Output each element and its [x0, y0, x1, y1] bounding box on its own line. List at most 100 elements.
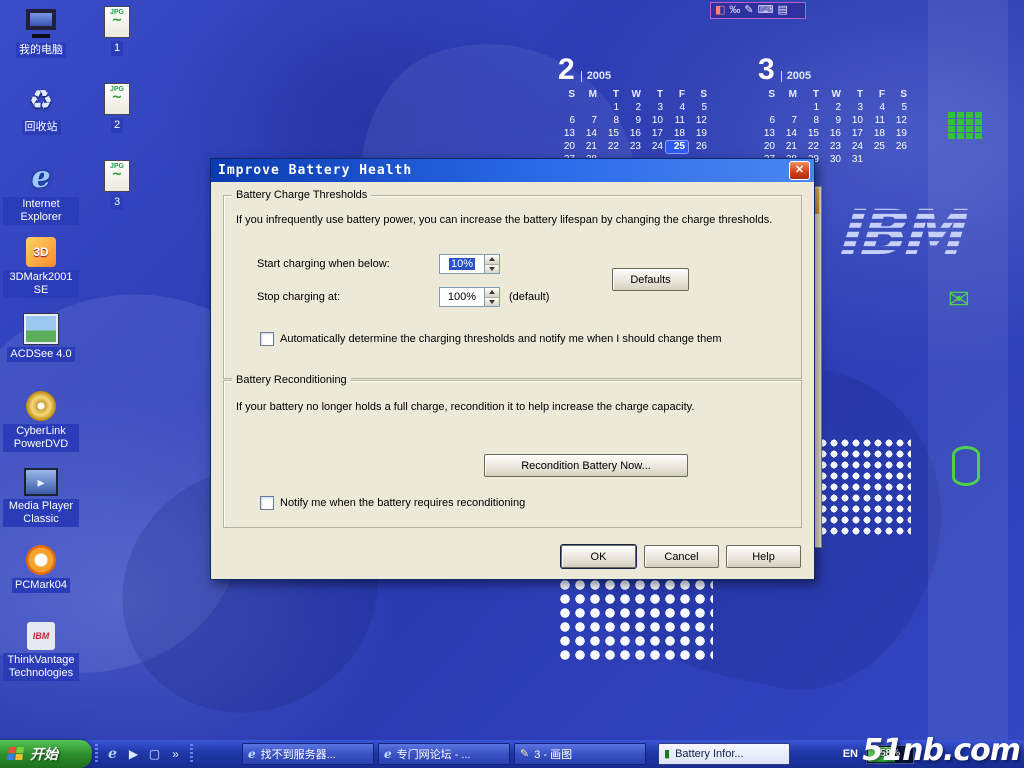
- calendar-day: 9: [622, 115, 644, 127]
- show-desktop-icon[interactable]: ▢: [147, 747, 162, 761]
- auto-determine-row[interactable]: Automatically determine the charging thr…: [260, 332, 721, 346]
- task-button[interactable]: e专门网论坛 - ...: [378, 743, 510, 765]
- desktop-icon-label: Internet Explorer: [3, 197, 79, 225]
- input-method-icon[interactable]: ◧: [715, 5, 725, 16]
- cancel-button[interactable]: Cancel: [644, 545, 719, 568]
- desktop-icon-ie[interactable]: Internet Explorer: [2, 160, 80, 237]
- calendar-day: 2: [622, 102, 644, 114]
- start-button[interactable]: 开始: [0, 740, 92, 768]
- calendar-day: 10: [844, 115, 866, 127]
- desktop-icon-mark3d[interactable]: 3DMark2001 SE: [2, 237, 80, 314]
- calendar-day: 24: [644, 141, 666, 153]
- grid-icon: [948, 112, 982, 139]
- defaults-button[interactable]: Defaults: [612, 268, 689, 291]
- ibm-logo: IBM: [838, 196, 969, 269]
- pcmark-icon: [26, 545, 56, 575]
- spinner-up-icon[interactable]: [485, 288, 499, 298]
- spinner-buttons: [485, 287, 500, 307]
- calendar-day: 3: [844, 102, 866, 114]
- calendar-day: [778, 102, 800, 114]
- calendar-day-header: S: [556, 89, 578, 101]
- calendar-day-header: T: [644, 89, 666, 101]
- dialog-title: Improve Battery Health: [218, 164, 789, 177]
- calendar-day: 10: [644, 115, 666, 127]
- calendar-day: 13: [556, 128, 578, 140]
- chevron-expand-icon[interactable]: »: [168, 747, 183, 761]
- help-button[interactable]: Help: [726, 545, 801, 568]
- calendar-day: 22: [800, 141, 822, 153]
- recycle-icon: [23, 83, 59, 117]
- notepad-icon[interactable]: ▤: [778, 5, 788, 16]
- desktop-icon-label: 3: [111, 195, 123, 210]
- desktop-icon-acdsee[interactable]: ACDSee 4.0: [2, 314, 80, 391]
- notify-reconditioning-checkbox[interactable]: [260, 496, 274, 510]
- jpg-file-icon: [104, 6, 130, 38]
- calendar-day: [756, 102, 778, 114]
- desktop-icon-label: ThinkVantage Technologies: [3, 653, 79, 681]
- calendar-day-header: S: [888, 89, 910, 101]
- ok-button[interactable]: OK: [561, 545, 636, 568]
- group-title: Battery Charge Thresholds: [232, 189, 371, 201]
- battery-charge-thresholds-group: Battery Charge Thresholds If you infrequ…: [223, 195, 802, 379]
- calendar-day: 1: [600, 102, 622, 114]
- calendar-day: 7: [578, 115, 600, 127]
- calendar-day-header: T: [800, 89, 822, 101]
- desktop-icon-label: 我的电脑: [16, 43, 66, 58]
- start-charging-field[interactable]: 10%: [439, 254, 485, 274]
- spinner-down-icon[interactable]: [485, 265, 499, 274]
- mycomputer-icon: [23, 6, 59, 40]
- battery-reconditioning-group: Battery Reconditioning If your battery n…: [223, 380, 802, 528]
- auto-determine-checkbox[interactable]: [260, 332, 274, 346]
- task-button[interactable]: ✎3 - 画图: [514, 743, 646, 765]
- calendar-day: 6: [556, 115, 578, 127]
- task-button[interactable]: ▮Battery Infor...: [658, 743, 790, 765]
- cylinder-icon: [952, 446, 980, 486]
- wallpaper-dot-grid: [818, 438, 911, 537]
- jpg-file-icon-2[interactable]: 2: [94, 83, 140, 160]
- calendar-day: 31: [844, 154, 866, 166]
- spinner-up-icon[interactable]: [485, 255, 499, 265]
- spinner-down-icon[interactable]: [485, 298, 499, 307]
- powerdvd-icon: [26, 391, 56, 421]
- language-bar[interactable]: ◧ ‰ ✎ ⌨ ▤: [710, 2, 806, 19]
- desktop-icon-mycomputer[interactable]: 我的电脑: [2, 6, 80, 83]
- close-button[interactable]: ✕: [789, 161, 810, 180]
- calendar-day: 17: [644, 128, 666, 140]
- keyboard-icon[interactable]: ⌨: [758, 5, 774, 16]
- battery-icon: ▮: [664, 749, 670, 760]
- desktop-icon-recycle[interactable]: 回收站: [2, 83, 80, 160]
- desktop-icon-thinkvantage[interactable]: ThinkVantage Technologies: [2, 622, 80, 699]
- language-indicator[interactable]: EN: [843, 748, 858, 760]
- jpg-file-icon-3[interactable]: 3: [94, 160, 140, 237]
- calendar-day: 12: [888, 115, 910, 127]
- desktop-icon-pcmark[interactable]: PCMark04: [2, 545, 80, 622]
- calendar-day: 26: [688, 141, 710, 153]
- calendar-day: 25: [866, 141, 888, 153]
- desktop-icon-label: 1: [111, 41, 123, 56]
- desktop-icon-powerdvd[interactable]: CyberLink PowerDVD: [2, 391, 80, 468]
- task-label: 专门网论坛 - ...: [397, 746, 471, 762]
- calendar-day: 14: [778, 128, 800, 140]
- stop-charging-field[interactable]: 100%: [439, 287, 485, 307]
- stop-charging-spinner[interactable]: 100%: [439, 287, 500, 307]
- dialog-titlebar[interactable]: Improve Battery Health ✕: [211, 159, 814, 182]
- media-player-quicklaunch-icon[interactable]: ▶: [126, 747, 141, 761]
- jpg-file-icon-1[interactable]: 1: [94, 6, 140, 83]
- calendar-month: 2: [558, 55, 575, 85]
- start-charging-spinner[interactable]: 10%: [439, 254, 500, 274]
- calendar-day-header: S: [756, 89, 778, 101]
- desktop-icon-label: 3DMark2001 SE: [3, 270, 79, 298]
- calendar-day: 13: [756, 128, 778, 140]
- recondition-battery-button[interactable]: Recondition Battery Now...: [484, 454, 688, 477]
- pen-icon[interactable]: ✎: [744, 5, 753, 16]
- task-button[interactable]: e找不到服务器...: [242, 743, 374, 765]
- desktop-icon-mpc[interactable]: Media Player Classic: [2, 468, 80, 545]
- notify-reconditioning-row[interactable]: Notify me when the battery requires reco…: [260, 496, 525, 510]
- calendar-day: 19: [888, 128, 910, 140]
- percent-icon[interactable]: ‰: [729, 5, 740, 16]
- ie-quicklaunch-icon[interactable]: e: [105, 746, 120, 762]
- calendar-day: 7: [778, 115, 800, 127]
- default-note: (default): [509, 291, 549, 303]
- paint-icon: ✎: [520, 749, 529, 760]
- calendar-day-header: F: [666, 89, 688, 101]
